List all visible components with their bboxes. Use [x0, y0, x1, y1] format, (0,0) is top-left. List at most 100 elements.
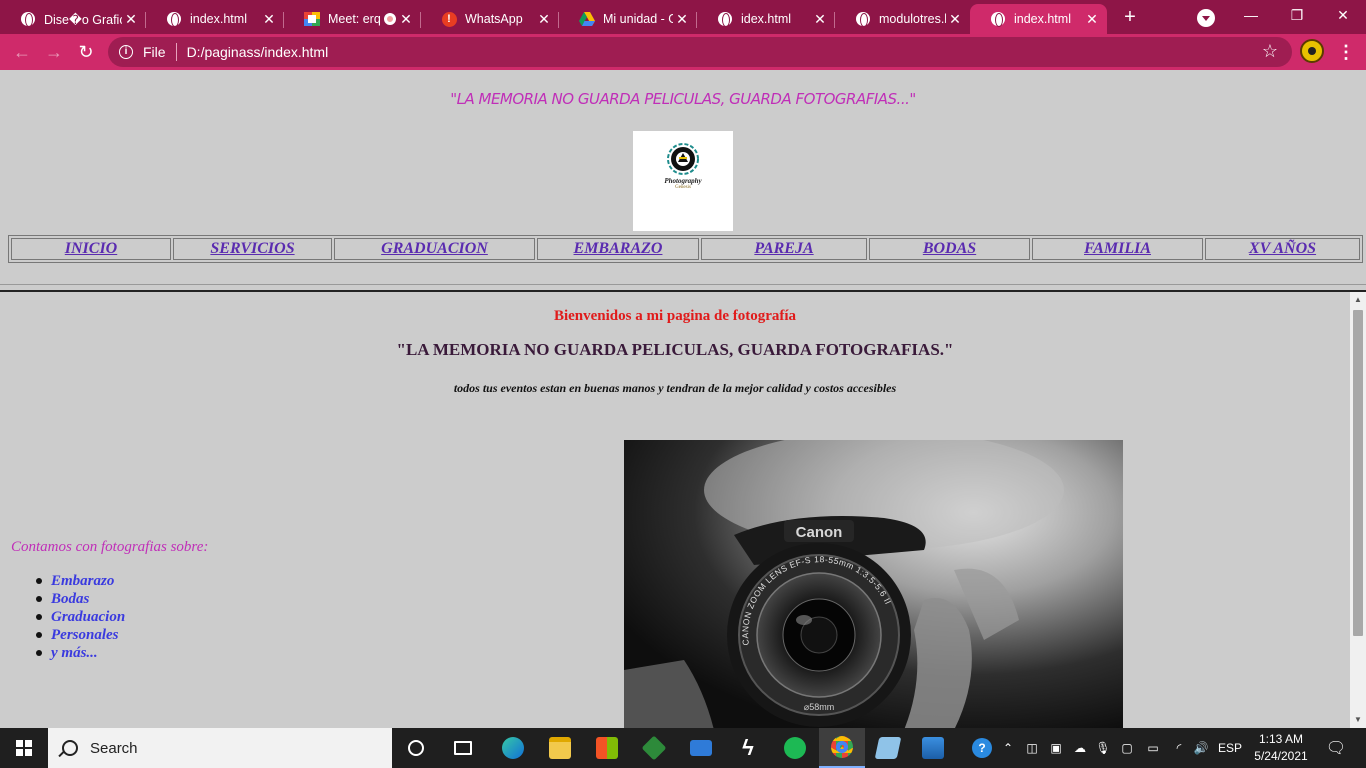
taskbar-chrome[interactable] [819, 728, 865, 768]
web-page: "LA MEMORIA NO GUARDA PELICULAS, GUARDA … [0, 70, 1366, 728]
tab-title: Mi unidad - G [603, 12, 673, 26]
taskbar-search[interactable]: Search [48, 728, 392, 768]
restore-button[interactable]: ❐ [1274, 0, 1320, 30]
tab-title: Dise�o Grafic [44, 12, 122, 27]
tab-diseno[interactable]: Dise�o Grafic ✕ [0, 4, 146, 34]
close-icon[interactable]: ✕ [1083, 11, 1101, 28]
tab-title: index.html [190, 12, 247, 26]
nav-item-xv-anos: XV AÑOS [1205, 238, 1360, 260]
tagline: todos tus eventos estan en buenas manos … [453, 381, 897, 395]
taskbar-photos[interactable] [910, 728, 956, 768]
profile-avatar[interactable] [1300, 39, 1324, 63]
tab-meet[interactable]: Meet: erq ✕ [284, 4, 421, 34]
bookmark-star-icon[interactable]: ☆ [1262, 41, 1278, 62]
tab-index-1[interactable]: index.html ✕ [146, 4, 284, 34]
page-scrollbar[interactable]: ▲ ▼ [1350, 292, 1366, 728]
search-placeholder: Search [90, 739, 138, 757]
globe-icon [166, 11, 182, 27]
globe-icon [990, 11, 1006, 27]
nav-link-embarazo[interactable]: EMBARAZO [574, 240, 663, 257]
task-view-button[interactable] [440, 728, 486, 768]
camera-illustration: Canon CANON ZOOM LENS EF-S 18-55mm 1:3.5… [624, 440, 1123, 728]
nav-link-pareja[interactable]: PAREJA [754, 240, 813, 257]
taskbar-app-green[interactable] [631, 728, 677, 768]
taskbar-explorer[interactable] [537, 728, 583, 768]
tab-title: WhatsApp [465, 12, 523, 26]
taskbar: Search ϟ ? ⌃ ◫ ▣ ☁ 🎙 ▢ ▭ ◜ 🔊 ESP 1:13 AM… [0, 728, 1366, 768]
taskbar-app-s[interactable]: ϟ [725, 728, 771, 768]
taskbar-edge[interactable] [490, 728, 536, 768]
taskbar-store[interactable] [584, 728, 630, 768]
tab-whatsapp[interactable]: ! WhatsApp ✕ [421, 4, 559, 34]
nav-link-servicios[interactable]: SERVICIOS [210, 240, 294, 257]
back-button[interactable]: ← [8, 38, 36, 66]
frame-divider [0, 284, 1366, 285]
tab-title: index.html [1014, 12, 1071, 26]
close-icon[interactable]: ✕ [535, 11, 553, 28]
nav-item-inicio: INICIO [11, 238, 171, 260]
chrome-icon [831, 736, 853, 758]
taskbar-notes[interactable] [865, 728, 911, 768]
onedrive-icon[interactable]: ☁ [1068, 728, 1092, 768]
clock[interactable]: 1:13 AM 5/24/2021 [1250, 731, 1312, 765]
nav-link-bodas[interactable]: BODAS [923, 240, 976, 257]
reload-button[interactable]: ↻ [72, 38, 100, 66]
scroll-down-icon[interactable]: ▼ [1350, 712, 1366, 728]
nav-link-familia[interactable]: FAMILIA [1084, 240, 1151, 257]
forward-button[interactable]: → [40, 38, 68, 66]
language-indicator[interactable]: ESP [1214, 728, 1246, 768]
tab-index-active[interactable]: index.html ✕ [970, 4, 1107, 34]
logo-line2: Genesis [675, 185, 691, 190]
clock-date: 5/24/2021 [1254, 749, 1308, 763]
tab-drive[interactable]: Mi unidad - G ✕ [559, 4, 697, 34]
meet-tray-icon[interactable]: ◫ [1022, 728, 1042, 768]
url-text[interactable]: D:/paginass/index.html [187, 44, 329, 60]
menu-kebab-icon[interactable]: ⋮ [1336, 40, 1356, 64]
close-icon[interactable]: ✕ [122, 11, 140, 28]
close-window-button[interactable]: ✕ [1320, 0, 1366, 30]
taskbar-mail[interactable] [678, 728, 724, 768]
chevron-up-icon[interactable]: ⌃ [998, 728, 1018, 768]
display-icon[interactable]: ▢ [1116, 728, 1138, 768]
nav-link-graduacion[interactable]: GRADUACION [381, 240, 488, 257]
help-icon[interactable]: ? [970, 728, 994, 768]
scheme-label: File [143, 44, 166, 60]
close-icon[interactable]: ✕ [673, 11, 691, 28]
notifications-icon[interactable]: 🗨 [1320, 728, 1352, 768]
header-quote: "LA MEMORIA NO GUARDA PELICULAS, GUARDA … [450, 90, 916, 108]
volume-icon[interactable]: 🔊 [1190, 728, 1212, 768]
cortana-button[interactable] [393, 728, 439, 768]
wifi-icon[interactable]: ◜ [1168, 728, 1190, 768]
close-icon[interactable]: ✕ [811, 11, 829, 28]
minimize-button[interactable]: — [1228, 0, 1274, 30]
nav-link-inicio[interactable]: INICIO [65, 240, 117, 257]
nav-link-xv-anos[interactable]: XV AÑOS [1249, 240, 1316, 257]
spotify-icon [784, 737, 806, 759]
search-icon [62, 740, 78, 756]
start-button[interactable] [0, 728, 48, 768]
camera-photo: Canon CANON ZOOM LENS EF-S 18-55mm 1:3.5… [624, 440, 1123, 728]
close-icon[interactable]: ✕ [397, 11, 415, 28]
nav-item-bodas: BODAS [869, 238, 1030, 260]
welcome-heading: Bienvenidos a mi pagina de fotografía [553, 308, 797, 324]
close-icon[interactable]: ✕ [260, 11, 278, 28]
nav-item-familia: FAMILIA [1032, 238, 1203, 260]
tab-modulotres[interactable]: modulotres.ht ✕ [835, 4, 970, 34]
scroll-thumb[interactable] [1353, 310, 1363, 636]
services-list: Embarazo Bodas Graduacion Personales y m… [35, 572, 125, 662]
scroll-up-icon[interactable]: ▲ [1350, 292, 1366, 308]
recording-icon [384, 13, 396, 25]
info-icon[interactable]: i [119, 45, 133, 59]
tab-idex[interactable]: idex.html ✕ [697, 4, 835, 34]
nav-item-graduacion: GRADUACION [334, 238, 535, 260]
close-icon[interactable]: ✕ [946, 11, 964, 28]
site-logo: Photography Genesis [633, 131, 733, 231]
tab-search-icon[interactable] [1197, 9, 1215, 27]
new-tab-button[interactable]: + [1118, 4, 1142, 30]
battery-icon[interactable]: ▭ [1142, 728, 1164, 768]
gift-icon[interactable]: ▣ [1045, 728, 1067, 768]
taskbar-spotify[interactable] [772, 728, 818, 768]
address-bar[interactable]: i File D:/paginass/index.html ☆ [108, 37, 1292, 67]
microphone-icon[interactable]: 🎙 [1094, 728, 1112, 768]
services-title: Contamos con fotografias sobre: [11, 539, 209, 555]
